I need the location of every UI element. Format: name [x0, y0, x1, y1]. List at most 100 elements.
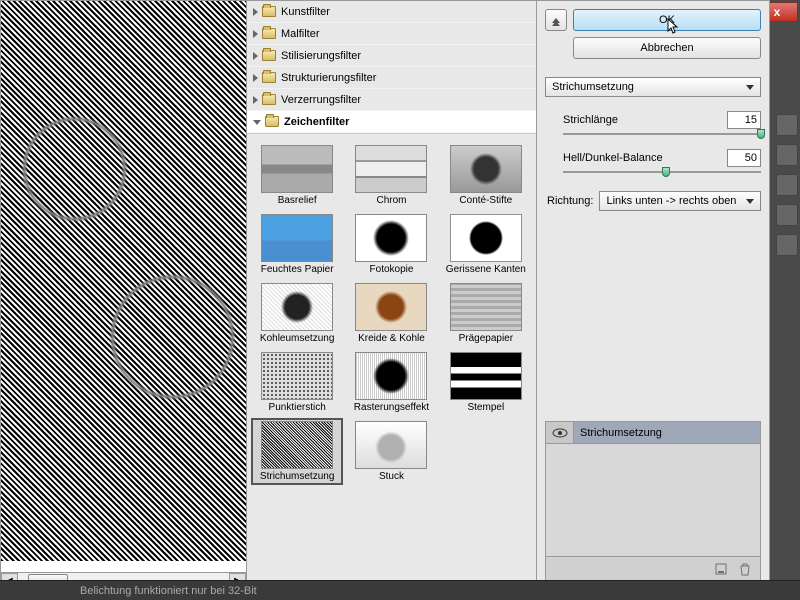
thumb-label: Conté-Stifte — [459, 195, 512, 206]
filter-conte-stifte[interactable]: Conté-Stifte — [440, 142, 532, 209]
thumb-label: Chrom — [376, 195, 406, 206]
new-layer-icon[interactable] — [714, 562, 728, 576]
category-zeichenfilter[interactable]: Zeichenfilter — [247, 111, 536, 133]
status-text: Belichtung funktioniert nur bei 32-Bit — [80, 585, 257, 597]
filter-strichumsetzung[interactable]: Strichumsetzung — [251, 418, 343, 485]
thumb-label: Stempel — [467, 402, 504, 413]
filter-dropdown[interactable]: Strichumsetzung — [545, 77, 761, 97]
balance-input[interactable] — [727, 149, 761, 167]
thumb-label: Gerissene Kanten — [446, 264, 526, 275]
category-label: Zeichenfilter — [284, 116, 349, 128]
folder-icon — [265, 116, 279, 127]
settings-pane: OK Abbrechen Strichumsetzung Strichlänge… — [537, 1, 769, 589]
history-panel-icon[interactable] — [776, 234, 798, 256]
thumb-label: Prägepapier — [459, 333, 513, 344]
category-verzerrungsfilter[interactable]: Verzerrungsfilter — [247, 89, 536, 111]
filter-kreide-kohle[interactable]: Kreide & Kohle — [345, 280, 437, 347]
slider-thumb[interactable] — [757, 129, 765, 139]
category-malfilter[interactable]: Malfilter — [247, 23, 536, 45]
filter-gerissene-kanten[interactable]: Gerissene Kanten — [440, 211, 532, 278]
collapse-panel-button[interactable] — [545, 9, 567, 31]
filter-praegepapier[interactable]: Prägepapier — [440, 280, 532, 347]
expand-icon — [253, 74, 258, 82]
filter-rasterungseffekt[interactable]: Rasterungseffekt — [345, 349, 437, 416]
thumb-image — [355, 214, 427, 262]
thumb-image — [355, 421, 427, 469]
thumb-image — [261, 145, 333, 193]
thumb-label: Feuchtes Papier — [261, 264, 334, 275]
category-label: Malfilter — [281, 28, 320, 40]
preview-pane: ◄ ► — [1, 1, 247, 589]
expand-icon — [253, 52, 258, 60]
filter-stempel[interactable]: Stempel — [440, 349, 532, 416]
collapse-icon — [253, 120, 261, 125]
category-strukturierungsfilter[interactable]: Strukturierungsfilter — [247, 67, 536, 89]
category-list: Kunstfilter Malfilter Stilisierungsfilte… — [247, 1, 536, 134]
thumb-image — [450, 214, 522, 262]
folder-icon — [262, 72, 276, 83]
eye-icon — [552, 428, 568, 438]
cancel-button[interactable]: Abbrechen — [573, 37, 761, 59]
channels-panel-icon[interactable] — [776, 144, 798, 166]
category-label: Stilisierungsfilter — [281, 50, 361, 62]
balance-label: Hell/Dunkel-Balance — [563, 152, 663, 164]
filter-chrom[interactable]: Chrom — [345, 142, 437, 209]
effect-layer-name: Strichumsetzung — [574, 422, 760, 443]
thumb-label: Rasterungseffekt — [354, 402, 429, 413]
filter-basrelief[interactable]: Basrelief — [251, 142, 343, 209]
thumb-image — [355, 352, 427, 400]
effect-layers-panel: Strichumsetzung — [545, 421, 761, 581]
filter-category-pane: Kunstfilter Malfilter Stilisierungsfilte… — [247, 1, 537, 589]
balance-slider[interactable] — [563, 171, 761, 173]
effect-layer-row[interactable]: Strichumsetzung — [546, 422, 760, 444]
chevron-up-icon — [552, 18, 560, 23]
actions-panel-icon[interactable] — [776, 204, 798, 226]
trash-icon[interactable] — [738, 562, 752, 576]
stroke-length-input[interactable] — [727, 111, 761, 129]
thumb-label: Punktierstich — [269, 402, 326, 413]
filter-feuchtes-papier[interactable]: Feuchtes Papier — [251, 211, 343, 278]
expand-icon — [253, 96, 258, 104]
filter-gallery-dialog: ◄ ► Kunstfilter Malfilter Stilisierungsf… — [0, 0, 770, 590]
filter-fotokopie[interactable]: Fotokopie — [345, 211, 437, 278]
category-label: Strukturierungsfilter — [281, 72, 376, 84]
thumb-image — [261, 283, 333, 331]
paths-panel-icon[interactable] — [776, 174, 798, 196]
direction-dropdown[interactable]: Links unten -> rechts oben — [599, 191, 761, 211]
slider-thumb[interactable] — [662, 167, 670, 177]
ok-button[interactable]: OK — [573, 9, 761, 31]
status-bar: Belichtung funktioniert nur bei 32-Bit — [0, 580, 800, 600]
thumb-label: Kreide & Kohle — [358, 333, 425, 344]
thumb-label: Fotokopie — [370, 264, 414, 275]
folder-icon — [262, 28, 276, 39]
thumb-image — [355, 283, 427, 331]
thumb-image — [261, 352, 333, 400]
stroke-length-slider[interactable] — [563, 133, 761, 135]
filter-kohleumsetzung[interactable]: Kohleumsetzung — [251, 280, 343, 347]
layers-panel-icon[interactable] — [776, 114, 798, 136]
balance-row: Hell/Dunkel-Balance — [545, 149, 761, 173]
thumb-image — [261, 421, 333, 469]
layers-empty-area — [546, 444, 760, 556]
thumb-image — [450, 145, 522, 193]
layer-tools — [546, 556, 760, 580]
filter-punktierstich[interactable]: Punktierstich — [251, 349, 343, 416]
thumb-image — [450, 352, 522, 400]
folder-icon — [262, 6, 276, 17]
expand-icon — [253, 8, 258, 16]
category-kunstfilter[interactable]: Kunstfilter — [247, 1, 536, 23]
thumb-image — [355, 145, 427, 193]
thumb-label: Stuck — [379, 471, 404, 482]
preview-image[interactable] — [1, 1, 246, 561]
category-stilisierungsfilter[interactable]: Stilisierungsfilter — [247, 45, 536, 67]
ok-label: OK — [659, 14, 675, 26]
direction-value: Links unten -> rechts oben — [606, 195, 736, 207]
filter-stuck[interactable]: Stuck — [345, 418, 437, 485]
thumb-image — [450, 283, 522, 331]
visibility-toggle[interactable] — [546, 422, 574, 443]
stroke-length-row: Strichlänge — [545, 111, 761, 135]
direction-label: Richtung: — [547, 195, 593, 207]
thumb-image — [261, 214, 333, 262]
category-label: Kunstfilter — [281, 6, 330, 18]
thumb-label: Strichumsetzung — [260, 471, 334, 482]
